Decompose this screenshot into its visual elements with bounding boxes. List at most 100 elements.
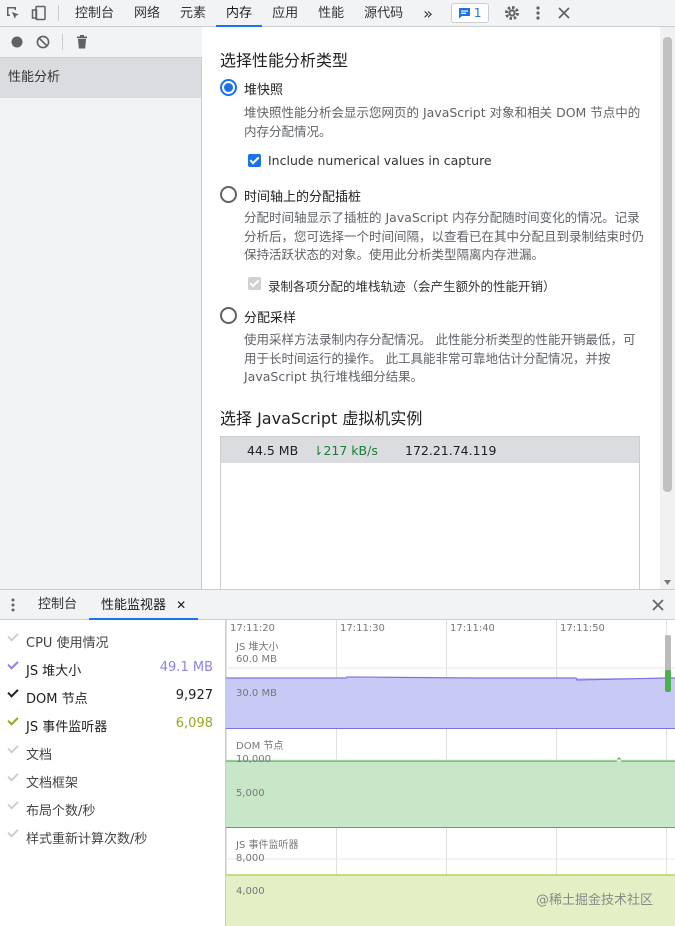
drawer-tab-performance-monitor[interactable]: 性能监视器 ✕: [89, 590, 199, 620]
metric-js-heap-size[interactable]: JS 堆大小 49.1 MB: [0, 655, 226, 683]
allocation-timeline-label: 时间轴上的分配插桩: [244, 190, 362, 205]
listeners-graph-title: JS 事件监听器: [236, 840, 299, 851]
metric-check-icon: [7, 826, 19, 838]
heap-tick: 30.0 MB: [236, 688, 277, 699]
tab-performance[interactable]: 性能: [308, 0, 354, 27]
main-scrollbar[interactable]: [660, 27, 675, 589]
metric-dom-nodes[interactable]: DOM 节点 9,927: [0, 683, 226, 711]
vm-alloc-rate: ⇂217 kB/s: [313, 442, 378, 458]
allocation-sampling-radio[interactable]: [220, 307, 237, 324]
metric-style-recalcs-per-sec[interactable]: 样式重新计算次数/秒: [0, 823, 226, 851]
allocation-sampling-description: 使用采样方法录制内存分配情况。 此性能分析类型的性能开销最低，可用于长时间运行的…: [244, 332, 636, 384]
metric-layouts-per-sec[interactable]: 布局个数/秒: [0, 795, 226, 823]
metric-documents[interactable]: 文档: [0, 739, 226, 767]
drawer-menu-icon[interactable]: [0, 592, 26, 618]
scrollbar-thumb[interactable]: [663, 37, 672, 492]
issues-badge[interactable]: 1: [450, 3, 489, 23]
heap-snapshot-description: 堆快照性能分析会显示您网页的 JavaScript 对象和相关 DOM 节点中的…: [244, 105, 641, 139]
metric-label: DOM 节点: [26, 692, 88, 707]
metric-label: JS 事件监听器: [26, 720, 108, 735]
profile-type-panel: 选择性能分析类型 堆快照 堆快照性能分析会显示您网页的 JavaScript 对…: [202, 27, 675, 589]
close-devtools-icon[interactable]: [551, 0, 577, 26]
record-stack-traces-label: 录制各项分配的堆栈轨迹（会产生额外的性能开销）: [268, 279, 556, 294]
time-label: 17:11:30: [340, 623, 385, 634]
collect-garbage-icon[interactable]: [69, 29, 95, 55]
metric-value: 9,927: [175, 688, 213, 703]
vm-instance-list: 44.5 MB ⇂217 kB/s 172.21.74.119: [220, 436, 640, 589]
drawer-tab-performance-monitor-label: 性能监视器: [101, 597, 167, 613]
record-stack-traces-checkbox[interactable]: [248, 277, 261, 290]
device-toggle-icon[interactable]: [26, 0, 52, 26]
tab-elements[interactable]: 元素: [170, 0, 216, 27]
allocation-sampling-label: 分配采样: [244, 311, 297, 326]
record-icon[interactable]: [4, 29, 30, 55]
vm-instance-row[interactable]: 44.5 MB ⇂217 kB/s 172.21.74.119: [221, 437, 639, 463]
memory-toolbar: [0, 27, 202, 58]
message-icon: [458, 8, 470, 19]
dom-nodes-area: [226, 761, 675, 827]
monitor-graph-canvas: [226, 620, 675, 926]
tab-application[interactable]: 应用: [262, 0, 308, 27]
tab-console[interactable]: 控制台: [65, 0, 124, 27]
scroll-down-arrow-icon[interactable]: [664, 580, 671, 585]
tab-sources[interactable]: 源代码: [354, 0, 413, 27]
include-numerical-values-label: Include numerical values in capture: [268, 153, 492, 168]
inspect-element-icon[interactable]: [0, 0, 26, 26]
metric-check-icon: [7, 714, 19, 726]
issues-count: 1: [473, 6, 482, 20]
sidebar-item-profiles[interactable]: 性能分析: [0, 58, 201, 98]
drawer-tabbar: 控制台 性能监视器 ✕: [0, 589, 675, 620]
metric-check-icon: [7, 658, 19, 670]
heap-tick: 60.0 MB: [236, 654, 277, 665]
metric-label: JS 堆大小: [26, 664, 82, 679]
toolbar-divider: [58, 5, 59, 21]
metric-check-icon: [7, 742, 19, 754]
time-label: 17:11:20: [230, 623, 275, 634]
dom-tick: 10,000: [236, 754, 271, 765]
metric-document-frames[interactable]: 文档框架: [0, 767, 226, 795]
vm-heap-size: 44.5 MB: [247, 442, 299, 458]
clear-icon[interactable]: [30, 29, 56, 55]
more-tabs-button[interactable]: »: [413, 0, 443, 27]
close-tab-icon[interactable]: ✕: [176, 598, 186, 612]
heap-snapshot-radio[interactable]: [220, 79, 237, 96]
metric-check-icon: [7, 770, 19, 782]
kebab-menu-icon[interactable]: [525, 0, 551, 26]
metric-value: 49.1 MB: [159, 660, 213, 675]
metric-value: 6,098: [175, 716, 213, 731]
metric-js-event-listeners[interactable]: JS 事件监听器 6,098: [0, 711, 226, 739]
js-heap-area: [226, 678, 675, 728]
allocation-timeline-description: 分配时间轴显示了插桩的 JavaScript 内存分配随时间变化的情况。记录分析…: [244, 210, 645, 262]
metric-label: 样式重新计算次数/秒: [26, 832, 148, 847]
toolbar-divider: [62, 34, 63, 50]
metric-label: CPU 使用情况: [26, 636, 109, 651]
metric-check-icon: [7, 686, 19, 698]
metric-label: 布局个数/秒: [26, 804, 96, 819]
metrics-list: CPU 使用情况 JS 堆大小 49.1 MB DOM 节点 9,927 JS …: [0, 620, 226, 926]
devtools-tabbar: 控制台 网络 元素 内存 应用 性能 源代码 » 1: [0, 0, 675, 27]
listeners-tick: 8,000: [236, 853, 265, 864]
tab-network[interactable]: 网络: [124, 0, 170, 27]
profiles-sidebar: 性能分析: [0, 58, 202, 589]
metric-cpu-usage[interactable]: CPU 使用情况: [0, 627, 226, 655]
time-label: 17:11:50: [560, 623, 605, 634]
tab-memory[interactable]: 内存: [216, 0, 263, 27]
include-numerical-values-checkbox[interactable]: [248, 154, 261, 167]
profile-type-heading: 选择性能分析类型: [220, 51, 349, 70]
time-label: 17:11:40: [450, 623, 495, 634]
metric-check-icon: [7, 630, 19, 642]
vm-instance-heading: 选择 JavaScript 虚拟机实例: [220, 409, 423, 428]
watermark: @稀土掘金技术社区: [535, 893, 653, 908]
heap-snapshot-label: 堆快照: [244, 83, 284, 98]
metric-check-icon: [7, 798, 19, 810]
close-drawer-icon[interactable]: [645, 592, 671, 618]
drawer-tab-console[interactable]: 控制台: [26, 590, 89, 620]
dom-tick: 5,000: [236, 788, 265, 799]
metric-label: 文档框架: [26, 776, 79, 791]
allocation-timeline-radio[interactable]: [220, 186, 237, 203]
dom-graph-title: DOM 节点: [236, 741, 284, 752]
performance-monitor-graphs: 17:11:20 17:11:30 17:11:40 17:11:50 JS 堆…: [226, 620, 675, 926]
heap-graph-title: JS 堆大小: [236, 642, 279, 653]
listeners-tick: 4,000: [236, 886, 265, 897]
settings-gear-icon[interactable]: [499, 0, 525, 26]
